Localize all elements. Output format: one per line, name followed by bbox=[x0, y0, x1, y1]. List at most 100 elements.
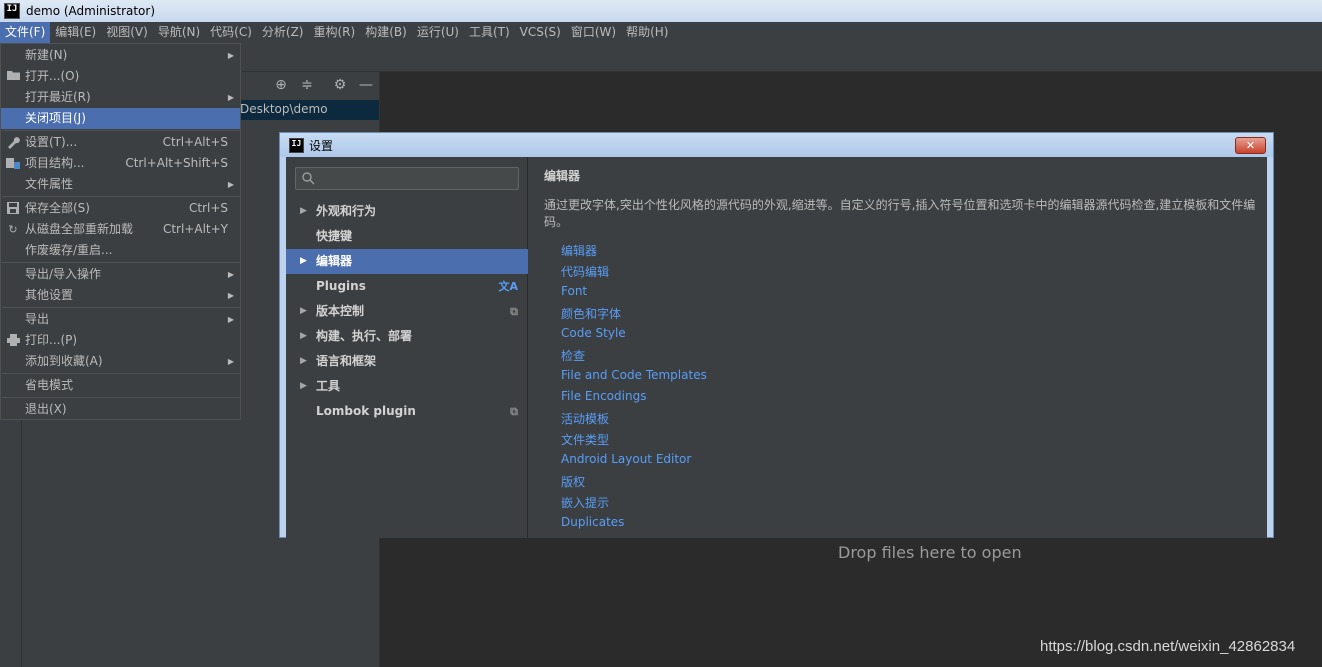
menu-tools[interactable]: 工具(T) bbox=[464, 22, 515, 43]
menu-refactor[interactable]: 重构(R) bbox=[309, 22, 361, 43]
window-title: demo (Administrator) bbox=[26, 4, 156, 18]
menu-item-add-to-favorites[interactable]: 添加到收藏(A) ▶ bbox=[1, 351, 240, 372]
menu-item-print[interactable]: 打印...(P) bbox=[1, 330, 240, 351]
menu-item-close-project[interactable]: 关闭项目(J) bbox=[1, 108, 240, 129]
menu-navigate[interactable]: 导航(N) bbox=[153, 22, 205, 43]
menu-separator bbox=[2, 373, 240, 374]
menu-item-power-save-mode[interactable]: 省电模式 bbox=[1, 375, 240, 396]
settings-search-input[interactable] bbox=[295, 167, 519, 190]
link-file-types[interactable]: 文件类型 bbox=[561, 431, 609, 448]
wrench-icon bbox=[6, 136, 20, 149]
expand-arrow-icon[interactable]: ▶ bbox=[300, 374, 307, 399]
tree-item-build-execution-deployment[interactable]: ▶ 构建、执行、部署 bbox=[286, 324, 528, 349]
tree-item-keymap[interactable]: 快捷键 bbox=[286, 224, 528, 249]
menu-item-save-all[interactable]: 保存全部(S) Ctrl+S bbox=[1, 198, 240, 219]
menu-separator bbox=[2, 130, 240, 131]
menu-help[interactable]: 帮助(H) bbox=[621, 22, 673, 43]
menu-analyze[interactable]: 分析(Z) bbox=[257, 22, 309, 43]
menu-edit[interactable]: 编辑(E) bbox=[50, 22, 101, 43]
menu-item-open-recent[interactable]: 打开最近(R) ▶ bbox=[1, 87, 240, 108]
settings-page-heading: 编辑器 bbox=[544, 169, 581, 183]
menu-bar: 文件(F) 编辑(E) 视图(V) 导航(N) 代码(C) 分析(Z) 重构(R… bbox=[0, 22, 1322, 43]
link-font[interactable]: Font bbox=[561, 284, 587, 298]
file-menu-dropdown: 新建(N) ▶ 打开...(O) 打开最近(R) ▶ 关闭项目(J) 设置(T)… bbox=[0, 43, 241, 420]
tree-item-tools[interactable]: ▶ 工具 bbox=[286, 374, 528, 399]
link-editor[interactable]: 编辑器 bbox=[561, 242, 597, 259]
project-path: Desktop\demo bbox=[240, 102, 328, 116]
link-android-layout-editor[interactable]: Android Layout Editor bbox=[561, 452, 691, 466]
close-icon: ✕ bbox=[1245, 139, 1256, 152]
intellij-app-icon: IJ bbox=[4, 3, 20, 19]
submenu-arrow-icon: ▶ bbox=[227, 180, 234, 189]
submenu-arrow-icon: ▶ bbox=[227, 93, 234, 102]
menu-run[interactable]: 运行(U) bbox=[412, 22, 464, 43]
menu-vcs[interactable]: VCS(S) bbox=[515, 22, 566, 43]
tree-item-editor[interactable]: ▶ 编辑器 bbox=[286, 249, 528, 274]
menu-window[interactable]: 窗口(W) bbox=[566, 22, 621, 43]
project-structure-icon bbox=[6, 157, 20, 170]
folder-icon bbox=[6, 70, 20, 83]
tree-item-plugins[interactable]: Plugins 文A bbox=[286, 274, 528, 299]
print-icon bbox=[6, 334, 20, 347]
menu-item-settings[interactable]: 设置(T)... Ctrl+Alt+S bbox=[1, 132, 240, 153]
menu-item-file-properties[interactable]: 文件属性 ▶ bbox=[1, 174, 240, 195]
collapse-all-icon[interactable]: ≑ bbox=[298, 76, 316, 94]
link-duplicates[interactable]: Duplicates bbox=[561, 515, 624, 529]
settings-dialog: IJ 设置 ✕ ▶ 外观和行为 快捷键 ▶ 编辑器 Plugins 文A ▶ 版… bbox=[279, 132, 1274, 538]
submenu-arrow-icon: ▶ bbox=[227, 51, 234, 60]
menu-item-invalidate-caches[interactable]: 作废缓存/重启... bbox=[1, 240, 240, 261]
menu-item-exit[interactable]: 退出(X) bbox=[1, 399, 240, 420]
menu-file[interactable]: 文件(F) bbox=[0, 22, 51, 43]
tree-item-lombok-plugin[interactable]: Lombok plugin ⧉ bbox=[286, 399, 528, 424]
settings-dialog-body: ▶ 外观和行为 快捷键 ▶ 编辑器 Plugins 文A ▶ 版本控制 ⧉ ▶ … bbox=[286, 157, 1267, 538]
submenu-arrow-icon: ▶ bbox=[227, 270, 234, 279]
window-title-bar: IJ demo (Administrator) bbox=[0, 0, 1322, 22]
menu-code[interactable]: 代码(C) bbox=[205, 22, 257, 43]
menu-build[interactable]: 构建(B) bbox=[360, 22, 412, 43]
settings-page-description: 通过更改字体,突出个性化风格的源代码的外观,缩进等。自定义的行号,插入符号位置和… bbox=[544, 198, 1256, 229]
watermark-url: https://blog.csdn.net/weixin_42862834 bbox=[1040, 638, 1296, 655]
menu-separator bbox=[2, 397, 240, 398]
menu-separator bbox=[2, 196, 240, 197]
tree-item-languages-frameworks[interactable]: ▶ 语言和框架 bbox=[286, 349, 528, 374]
link-code-editing[interactable]: 代码编辑 bbox=[561, 263, 609, 280]
menu-item-reload-from-disk[interactable]: ↻ 从磁盘全部重新加载 Ctrl+Alt+Y bbox=[1, 219, 240, 240]
link-file-encodings[interactable]: File Encodings bbox=[561, 389, 646, 403]
link-inlay-hints[interactable]: 嵌入提示 bbox=[561, 494, 609, 511]
link-file-and-code-templates[interactable]: File and Code Templates bbox=[561, 368, 707, 382]
link-inspections[interactable]: 检查 bbox=[561, 347, 585, 364]
tree-item-version-control[interactable]: ▶ 版本控制 ⧉ bbox=[286, 299, 528, 324]
expand-arrow-icon[interactable]: ▶ bbox=[300, 349, 307, 374]
menu-item-open[interactable]: 打开...(O) bbox=[1, 66, 240, 87]
submenu-arrow-icon: ▶ bbox=[227, 357, 234, 366]
expand-arrow-icon[interactable]: ▶ bbox=[300, 324, 307, 349]
settings-tree-panel: ▶ 外观和行为 快捷键 ▶ 编辑器 Plugins 文A ▶ 版本控制 ⧉ ▶ … bbox=[286, 157, 528, 538]
copy-icon: ⧉ bbox=[510, 305, 518, 318]
expand-arrow-icon[interactable]: ▶ bbox=[300, 199, 307, 224]
link-live-templates[interactable]: 活动模板 bbox=[561, 410, 609, 427]
expand-arrow-icon[interactable]: ▶ bbox=[300, 299, 307, 324]
settings-content-panel: 编辑器 通过更改字体,突出个性化风格的源代码的外观,缩进等。自定义的行号,插入符… bbox=[529, 157, 1267, 538]
menu-item-export[interactable]: 导出 ▶ bbox=[1, 309, 240, 330]
expand-arrow-icon[interactable]: ▶ bbox=[300, 249, 307, 274]
hide-icon[interactable]: — bbox=[357, 76, 375, 94]
locate-icon[interactable]: ⊕ bbox=[272, 76, 290, 94]
link-copyright[interactable]: 版权 bbox=[561, 473, 585, 490]
copy-icon: ⧉ bbox=[510, 405, 518, 418]
menu-item-project-structure[interactable]: 项目结构... Ctrl+Alt+Shift+S bbox=[1, 153, 240, 174]
menu-item-new[interactable]: 新建(N) ▶ bbox=[1, 45, 240, 66]
close-button[interactable]: ✕ bbox=[1235, 137, 1266, 154]
link-color-scheme[interactable]: 颜色和字体 bbox=[561, 305, 621, 322]
menu-separator bbox=[2, 262, 240, 263]
submenu-arrow-icon: ▶ bbox=[227, 291, 234, 300]
tree-item-appearance-behavior[interactable]: ▶ 外观和行为 bbox=[286, 199, 528, 224]
menu-item-other-settings[interactable]: 其他设置 ▶ bbox=[1, 285, 240, 306]
drop-files-hint: Drop files here to open bbox=[838, 543, 1022, 562]
settings-dialog-title-bar[interactable]: IJ 设置 ✕ bbox=[280, 133, 1273, 157]
menu-item-export-import[interactable]: 导出/导入操作 ▶ bbox=[1, 264, 240, 285]
menu-view[interactable]: 视图(V) bbox=[101, 22, 153, 43]
save-icon bbox=[6, 202, 20, 215]
link-code-style[interactable]: Code Style bbox=[561, 326, 626, 340]
gear-icon[interactable]: ⚙ bbox=[331, 76, 349, 94]
submenu-arrow-icon: ▶ bbox=[227, 315, 234, 324]
